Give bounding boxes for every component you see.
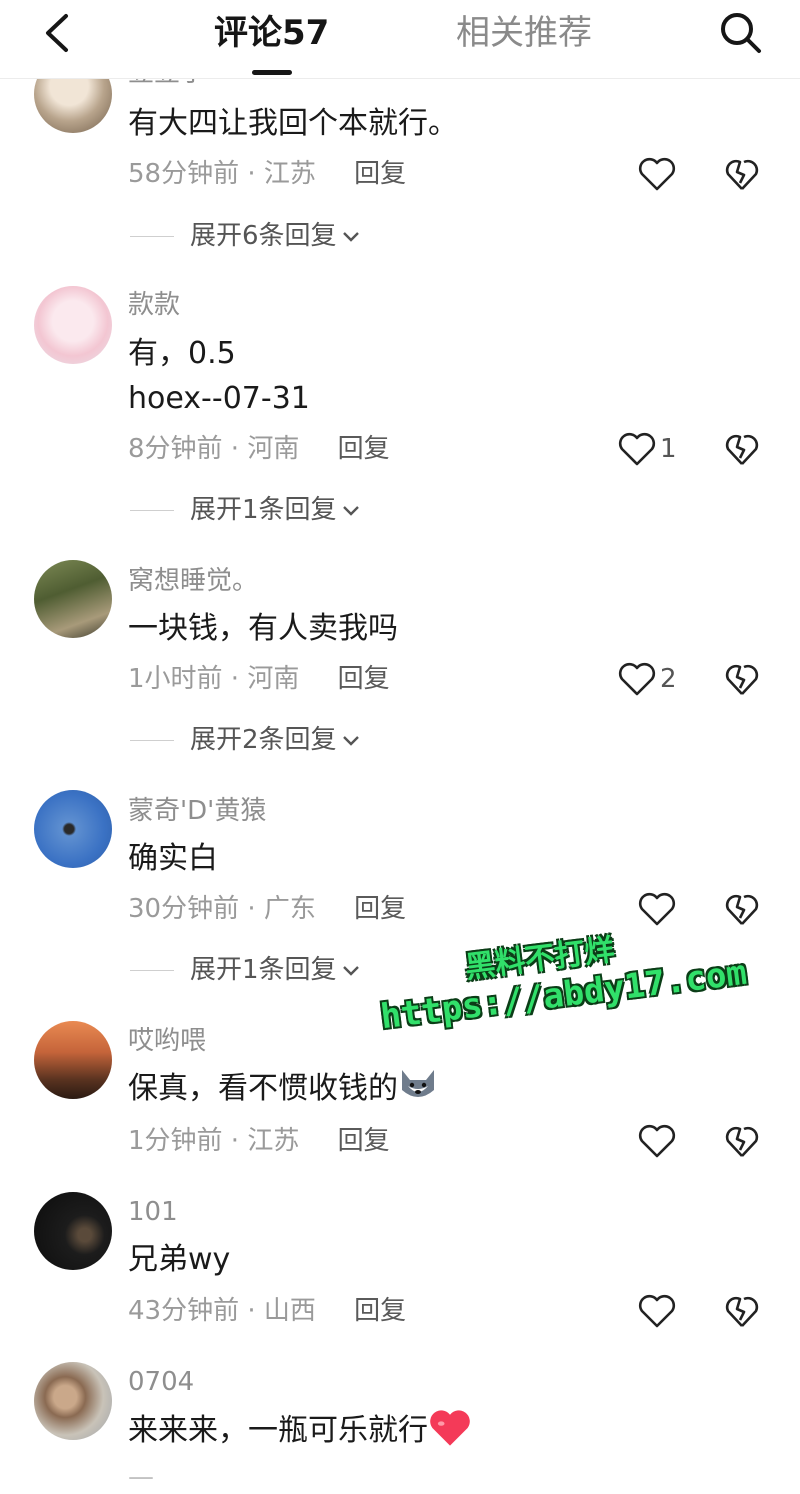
avatar[interactable] [34, 560, 112, 638]
expand-replies[interactable]: 展开2条回复 [130, 723, 361, 757]
back-arrow-icon[interactable] [40, 10, 80, 56]
red-heart-emoji-icon [430, 1410, 470, 1446]
heart-outline-icon[interactable] [617, 431, 657, 467]
avatar[interactable] [34, 790, 112, 868]
comment-text: 有，0.5 [128, 336, 236, 371]
broken-heart-icon[interactable] [723, 431, 761, 467]
top-bar: 评论57 相关推荐 [0, 0, 800, 79]
like-count: 1 [660, 434, 677, 464]
avatar[interactable] [34, 1362, 112, 1440]
heart-outline-icon[interactable] [637, 156, 677, 192]
like-count: 2 [660, 664, 677, 694]
avatar[interactable] [34, 286, 112, 364]
comment-meta: 43分钟前 · 山西 回复 [128, 1296, 407, 1326]
comment-meta: 30分钟前 · 广东 回复 [128, 894, 407, 924]
expand-label: 展开6条回复 [190, 221, 337, 251]
broken-heart-icon[interactable] [723, 661, 761, 697]
tab-comments[interactable]: 评论57 [214, 10, 329, 56]
comment-meta: 1分钟前 · 江苏 回复 [128, 1126, 390, 1156]
chevron-down-icon [342, 965, 359, 976]
reply-button[interactable]: 回复 [338, 664, 390, 694]
divider-line [130, 510, 174, 511]
reply-button[interactable]: 回复 [354, 159, 406, 189]
active-tab-indicator [252, 70, 292, 75]
expand-label: 展开1条回复 [190, 495, 337, 525]
comment-text: hoex--07-31 [128, 381, 310, 416]
comment-location: 江苏 [247, 1126, 300, 1156]
comment-text-content: 来来来，一瓶可乐就行 [128, 1413, 428, 1448]
tab-related[interactable]: 相关推荐 [456, 10, 592, 56]
watermark: 黑料不打烊 https://abdy17.com [372, 903, 749, 1065]
chevron-down-icon [342, 505, 359, 516]
reply-button[interactable]: 回复 [338, 1126, 390, 1156]
avatar[interactable] [34, 1021, 112, 1099]
comment-text: 确实白 [128, 841, 218, 876]
comment-username[interactable]: 0704 [128, 1365, 194, 1399]
divider-line [130, 740, 174, 741]
comment-meta: — [128, 1462, 154, 1492]
broken-heart-icon[interactable] [723, 1293, 761, 1329]
reply-button[interactable]: 回复 [338, 434, 390, 464]
comment-location: 河南 [247, 434, 300, 464]
expand-replies[interactable]: 展开1条回复 [130, 953, 361, 987]
comment-meta: 8分钟前 · 河南 回复 [128, 434, 390, 464]
husky-emoji-icon [402, 1070, 434, 1097]
comment-time: 58分钟前 [128, 159, 240, 189]
comment-text: 保真，看不惯收钱的 [128, 1067, 438, 1111]
expand-label: 展开2条回复 [190, 725, 337, 755]
chevron-down-icon [342, 231, 359, 242]
comment-text: 有大四让我回个本就行。 [128, 106, 458, 141]
comment-time: 1分钟前 [128, 1126, 223, 1156]
expand-replies[interactable]: 展开1条回复 [130, 493, 361, 527]
comment-location: 山西 [263, 1296, 316, 1326]
broken-heart-icon[interactable] [723, 156, 761, 192]
comment-time: 8分钟前 [128, 434, 223, 464]
comment-username[interactable]: 蒙奇'D'黄猿 [128, 794, 266, 828]
expand-label: 展开1条回复 [190, 955, 337, 985]
reply-button[interactable]: 回复 [354, 1296, 406, 1326]
comment-meta: 58分钟前 · 江苏 回复 [128, 159, 407, 189]
comment-username[interactable]: 哎哟喂 [128, 1024, 206, 1058]
broken-heart-icon[interactable] [723, 891, 761, 927]
chevron-down-icon [342, 735, 359, 746]
comment-location: 广东 [263, 894, 316, 924]
broken-heart-icon[interactable] [723, 1123, 761, 1159]
avatar[interactable] [34, 1192, 112, 1270]
comment-time: 43分钟前 [128, 1296, 240, 1326]
expand-replies[interactable]: 展开6条回复 [130, 219, 361, 253]
reply-button[interactable]: 回复 [354, 894, 406, 924]
divider-line [130, 970, 174, 971]
comment-location: 河南 [247, 664, 300, 694]
divider-line [130, 236, 174, 237]
comment-time: 1小时前 [128, 664, 223, 694]
comment-username[interactable]: 窝想睡觉。 [128, 564, 258, 598]
search-icon[interactable] [716, 8, 764, 56]
comment-location: 江苏 [263, 159, 316, 189]
comment-text: 来来来，一瓶可乐就行 [128, 1408, 472, 1453]
comment-username[interactable]: 101 [128, 1195, 178, 1229]
comment-username[interactable]: 款款 [128, 288, 180, 322]
comment-text-content: 保真，看不惯收钱的 [128, 1071, 398, 1106]
comment-text: 兄弟wy [128, 1242, 231, 1277]
comment-time: 30分钟前 [128, 894, 240, 924]
heart-outline-icon[interactable] [637, 1123, 677, 1159]
heart-outline-icon[interactable] [637, 1293, 677, 1329]
comment-text: 一块钱，有人卖我吗 [128, 611, 398, 646]
heart-outline-icon[interactable] [617, 661, 657, 697]
comment-meta: 1小时前 · 河南 回复 [128, 664, 390, 694]
